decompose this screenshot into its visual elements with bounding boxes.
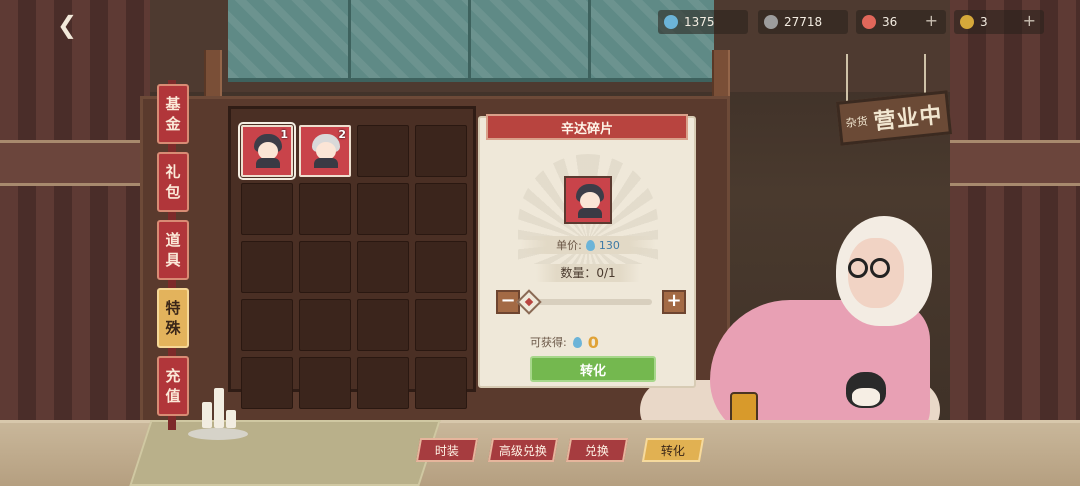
add-stamina-button[interactable]: + xyxy=(925,13,938,29)
side-tab-label: 基 xyxy=(165,95,181,113)
curtain-band xyxy=(0,140,150,186)
candle xyxy=(226,410,236,428)
resource-token: 3 + xyxy=(954,10,1044,34)
unit-price-value: 130 xyxy=(598,238,620,252)
item-detail-card: 辛达碎片 单价: 130 数量：0/1 − + 可获得: 0 转化 xyxy=(478,114,696,388)
bottom-tab-2[interactable]: 兑换 xyxy=(565,438,629,462)
inventory-slot-empty xyxy=(357,241,409,293)
cat-face xyxy=(852,388,880,406)
bottom-tab-label: 兑换 xyxy=(584,443,609,458)
bottom-tab-1[interactable]: 高级兑换 xyxy=(487,438,559,462)
inventory-grid: 12 xyxy=(238,122,467,409)
curtain-right xyxy=(950,0,1080,486)
open-sign-small-text: 杂货 xyxy=(845,114,869,131)
resource-value: 27718 xyxy=(784,15,823,29)
side-tab-label: 礼 xyxy=(165,163,181,181)
glasses-icon xyxy=(842,258,894,278)
resource-gem: 1375 xyxy=(658,10,748,34)
inventory-slot-empty xyxy=(415,357,467,409)
gold-coin-icon xyxy=(960,15,974,29)
side-tab-label: 道 xyxy=(165,231,181,249)
potion-icon xyxy=(862,15,876,29)
inventory-slot-empty xyxy=(299,357,351,409)
inventory-slot-empty xyxy=(241,241,293,293)
bottom-tab-label: 转化 xyxy=(660,443,685,458)
inventory-slot-empty xyxy=(241,183,293,235)
inventory-slot-empty xyxy=(415,183,467,235)
side-tab-label: 包 xyxy=(165,183,181,201)
item-portrait-icon xyxy=(564,176,612,224)
resource-value: 3 xyxy=(980,15,988,29)
obtain-value: 0 xyxy=(587,332,599,352)
droplet-icon xyxy=(585,239,595,251)
bottom-tab-label: 时装 xyxy=(434,443,459,458)
add-token-button[interactable]: + xyxy=(1023,13,1036,29)
item-count: 1 xyxy=(280,128,288,141)
banner-divider xyxy=(588,0,591,82)
droplet-icon xyxy=(572,336,582,348)
coin-icon xyxy=(764,15,778,29)
candle xyxy=(214,388,224,428)
bottom-tab-3[interactable]: 转化 xyxy=(641,438,705,462)
inventory-item[interactable]: 1 xyxy=(238,122,296,180)
sign-string xyxy=(924,54,926,96)
quantity-label: 数量：0/1 xyxy=(536,264,640,282)
resource-stamina: 36 + xyxy=(856,10,946,34)
noren-banner xyxy=(228,0,714,82)
candles-icon xyxy=(196,386,246,436)
inventory-slot-empty xyxy=(299,241,351,293)
banner-divider xyxy=(468,0,471,82)
inventory-item[interactable]: 2 xyxy=(299,125,351,177)
side-tab-3[interactable]: 特殊 xyxy=(157,288,189,348)
resource-coin: 27718 xyxy=(758,10,848,34)
plus-button[interactable]: + xyxy=(662,290,686,314)
side-tab-label: 值 xyxy=(165,387,181,405)
obtain-label: 可获得: xyxy=(530,336,567,349)
side-tab-label: 特 xyxy=(165,299,181,317)
inventory-slot-empty xyxy=(241,357,293,409)
inventory-slot-empty xyxy=(415,125,467,177)
inventory-slot-empty xyxy=(357,125,409,177)
side-tab-0[interactable]: 基金 xyxy=(157,84,189,144)
candle xyxy=(202,402,212,428)
convert-button[interactable]: 转化 xyxy=(530,356,656,382)
obtain-row: 可获得: 0 xyxy=(530,332,650,352)
chibi-portrait xyxy=(574,184,606,218)
inventory-slot-empty xyxy=(241,299,293,351)
item-title: 辛达碎片 xyxy=(486,114,688,140)
resource-value: 1375 xyxy=(684,15,715,29)
inventory-slot-empty xyxy=(415,241,467,293)
bottom-tab-label: 高级兑换 xyxy=(498,443,547,458)
bottom-tab-0[interactable]: 时装 xyxy=(415,438,479,462)
inventory-slot-empty xyxy=(357,299,409,351)
inventory-slot-empty xyxy=(357,357,409,409)
back-icon: ❮ xyxy=(56,11,78,39)
side-tab-label: 殊 xyxy=(165,319,181,337)
open-sign-text: 营业中 xyxy=(872,101,944,136)
side-tab-1[interactable]: 礼包 xyxy=(157,152,189,212)
item-count: 2 xyxy=(338,128,346,141)
unit-price-label: 单价: xyxy=(556,239,582,252)
resource-value: 36 xyxy=(882,15,898,29)
open-sign: 杂货 营业中 xyxy=(836,90,952,146)
side-tab-label: 金 xyxy=(165,115,181,133)
banner-divider xyxy=(348,0,351,82)
inventory-slot-empty xyxy=(415,299,467,351)
side-tab-label: 具 xyxy=(165,251,181,269)
inventory-slot-empty xyxy=(299,299,351,351)
curtain-band xyxy=(950,140,1080,186)
side-tab-4[interactable]: 充值 xyxy=(157,356,189,416)
back-button[interactable]: ❮ xyxy=(52,10,82,40)
sign-string xyxy=(846,54,848,102)
inventory-panel: 12 xyxy=(228,106,476,409)
droplet-icon xyxy=(664,15,678,29)
inventory-slot-empty xyxy=(299,183,351,235)
side-tab-2[interactable]: 道具 xyxy=(157,220,189,280)
quantity-slider[interactable] xyxy=(526,299,652,305)
slider-handle[interactable] xyxy=(516,289,542,315)
curtain-left xyxy=(0,0,150,486)
inventory-slot-empty xyxy=(357,183,409,235)
side-tab-label: 充 xyxy=(165,367,181,385)
unit-price-row: 单价: 130 xyxy=(520,236,656,254)
